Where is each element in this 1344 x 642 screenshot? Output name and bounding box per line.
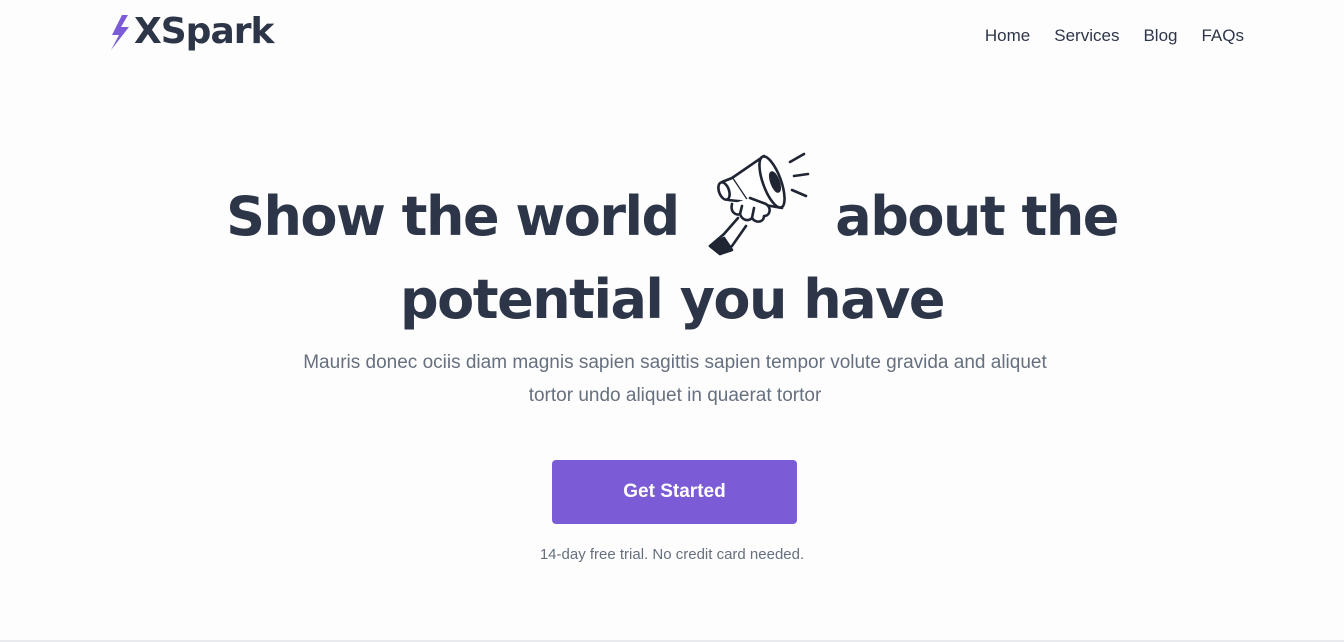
headline-part-2: about the: [835, 185, 1119, 248]
hero-subtitle: Mauris donec ociis diam magnis sapien sa…: [303, 352, 1047, 406]
headline-part-1: Show the world: [226, 185, 680, 248]
hero-headline-line-2: potential you have: [400, 268, 945, 331]
nav-item-faqs[interactable]: FAQs: [1201, 24, 1244, 48]
get-started-button[interactable]: Get Started: [552, 460, 797, 524]
megaphone-icon: [708, 152, 810, 256]
hero-headline: Show the world about the: [0, 152, 1344, 262]
nav-item-blog[interactable]: Blog: [1143, 24, 1177, 48]
lightning-bolt-icon: [111, 15, 129, 50]
logo[interactable]: XSpark: [108, 10, 274, 54]
brand-name: XSpark: [134, 11, 274, 52]
nav-item-services[interactable]: Services: [1054, 24, 1119, 48]
main-nav: Home Services Blog FAQs: [985, 24, 1244, 48]
nav-item-home[interactable]: Home: [985, 24, 1030, 48]
landing-page: XSpark Home Services Blog FAQs Show the …: [0, 0, 1344, 642]
trial-note: 14-day free trial. No credit card needed…: [539, 546, 805, 563]
